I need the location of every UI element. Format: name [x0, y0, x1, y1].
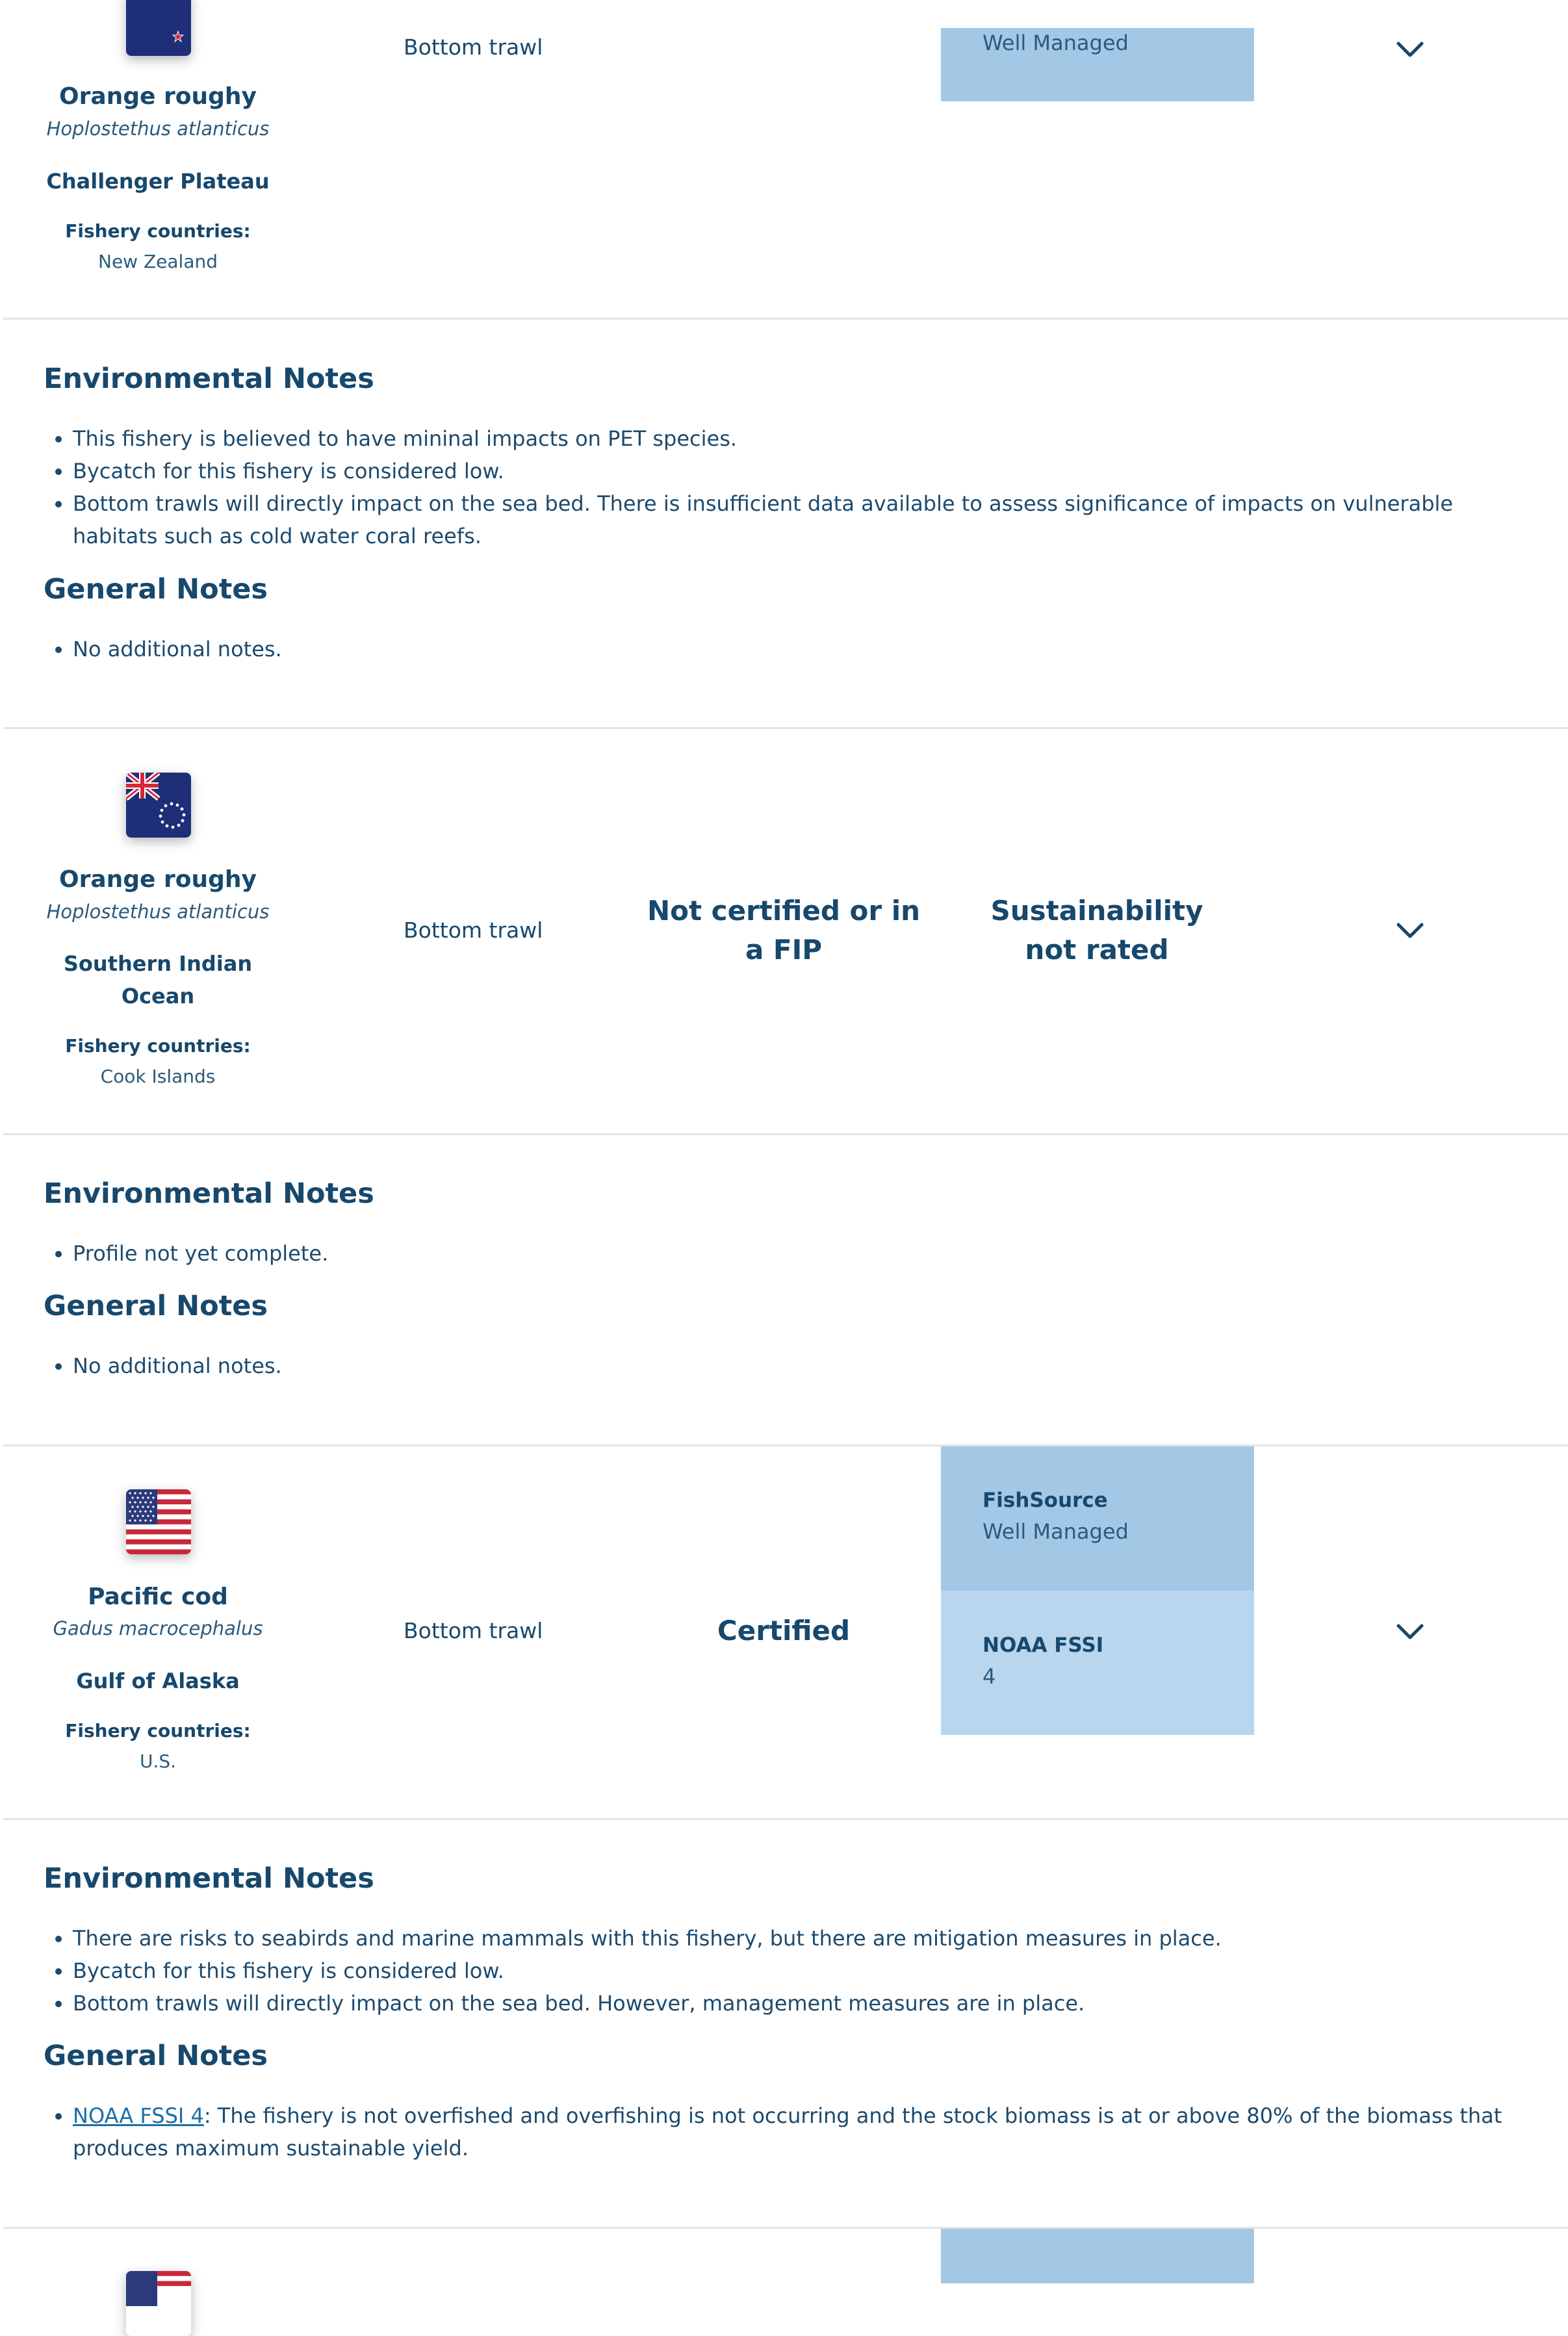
- fishery-countries-value: New Zealand: [98, 251, 218, 272]
- species-name: Orange roughy: [59, 866, 257, 893]
- chevron-down-icon[interactable]: [1396, 1623, 1424, 1641]
- fishing-method: Bottom trawl: [404, 34, 543, 60]
- list-item: Bycatch for this fishery is considered l…: [73, 1955, 1522, 1987]
- species-name: Orange roughy: [59, 83, 257, 110]
- certification-status: Not certified or in a FIP: [634, 892, 933, 969]
- rating-text: 4: [983, 1664, 996, 1689]
- sustainability-rating: Sustainability not rated: [941, 892, 1253, 969]
- new-zealand-flag-icon: [126, 0, 191, 56]
- species-name: Pacific cod: [88, 1584, 228, 1610]
- chevron-down-icon[interactable]: [1396, 921, 1424, 940]
- rating-line-2: not rated: [1025, 934, 1169, 966]
- fishing-area: Challenger Plateau: [46, 169, 270, 194]
- fishing-area-line-2: Ocean: [121, 984, 195, 1008]
- divider: [3, 318, 1568, 320]
- list-item: This fishery is believed to have mininal…: [73, 422, 1522, 455]
- divider: [3, 727, 1568, 729]
- fishery-countries-value: Cook Islands: [100, 1066, 216, 1087]
- list-item: No additional notes.: [73, 1350, 1522, 1382]
- general-notes-list: No additional notes.: [44, 633, 1522, 665]
- list-item: Bottom trawls will directly impact on th…: [73, 1987, 1522, 2020]
- fishery-countries-value: U.S.: [139, 1751, 177, 1772]
- usa-flag-icon: [126, 1489, 191, 1554]
- noaa-fssi-rating-panel: NOAA FSSI 4: [941, 1591, 1254, 1735]
- certification-status: Certified: [717, 1615, 851, 1647]
- environmental-notes-list: Profile not yet complete.: [44, 1237, 1522, 1270]
- scientific-name: Hoplostethus atlanticus: [46, 901, 270, 923]
- rating-source: FishSource: [983, 1489, 1108, 1512]
- usa-flag-icon: [126, 2271, 191, 2336]
- divider: [3, 1133, 1568, 1135]
- environmental-notes-heading: Environmental Notes: [44, 1862, 374, 1895]
- environmental-notes-heading: Environmental Notes: [44, 363, 374, 395]
- list-item: There are risks to seabirds and marine m…: [73, 1922, 1522, 1955]
- rating-source: NOAA FSSI: [983, 1634, 1104, 1657]
- general-notes-heading: General Notes: [44, 1290, 268, 1322]
- list-item: No additional notes.: [73, 633, 1522, 665]
- list-item: Profile not yet complete.: [73, 1237, 1522, 1270]
- fishing-method: Bottom trawl: [404, 1618, 543, 1643]
- environmental-notes-list: This fishery is believed to have mininal…: [44, 422, 1522, 552]
- fishsource-rating-panel: FishSource Well Managed: [941, 1446, 1254, 1591]
- rating-panel: [941, 2229, 1254, 2283]
- list-item: Bottom trawls will directly impact on th…: [73, 487, 1522, 552]
- rating-line-1: Sustainability: [990, 895, 1203, 927]
- general-notes-heading: General Notes: [44, 2040, 268, 2072]
- fishery-countries-label: Fishery countries:: [65, 1035, 251, 1057]
- rating-panel: Well Managed: [941, 28, 1254, 101]
- divider: [3, 2227, 1568, 2229]
- noaa-fssi-link[interactable]: NOAA FSSI 4: [73, 2103, 204, 2128]
- cook-islands-flag-icon: [126, 773, 191, 838]
- fishing-area: Southern Indian Ocean: [2, 947, 314, 1012]
- fishing-area: Gulf of Alaska: [76, 1669, 240, 1693]
- environmental-notes-list: There are risks to seabirds and marine m…: [44, 1922, 1522, 2020]
- divider: [3, 1818, 1568, 1820]
- list-item: Bycatch for this fishery is considered l…: [73, 455, 1522, 487]
- list-item: NOAA FSSI 4: The fishery is not overfish…: [73, 2099, 1522, 2164]
- certification-line-2: a FIP: [745, 934, 823, 966]
- scientific-name: Gadus macrocephalus: [53, 1617, 263, 1639]
- general-notes-list: No additional notes.: [44, 1350, 1522, 1382]
- fishery-countries-label: Fishery countries:: [65, 1720, 251, 1741]
- fishing-area-line-1: Southern Indian: [63, 951, 253, 976]
- divider: [3, 1444, 1568, 1446]
- certification-line-1: Not certified or in: [647, 895, 921, 927]
- chevron-down-icon[interactable]: [1396, 40, 1424, 58]
- rating-text: Well Managed: [983, 1519, 1129, 1544]
- fishing-method: Bottom trawl: [404, 918, 543, 943]
- general-notes-heading: General Notes: [44, 573, 268, 606]
- scientific-name: Hoplostethus atlanticus: [46, 118, 270, 140]
- fishery-countries-label: Fishery countries:: [65, 220, 251, 242]
- environmental-notes-heading: Environmental Notes: [44, 1177, 374, 1210]
- rating-text: Well Managed: [983, 31, 1129, 55]
- general-note-text: : The fishery is not overfished and over…: [73, 2103, 1502, 2161]
- general-notes-list: NOAA FSSI 4: The fishery is not overfish…: [44, 2099, 1522, 2164]
